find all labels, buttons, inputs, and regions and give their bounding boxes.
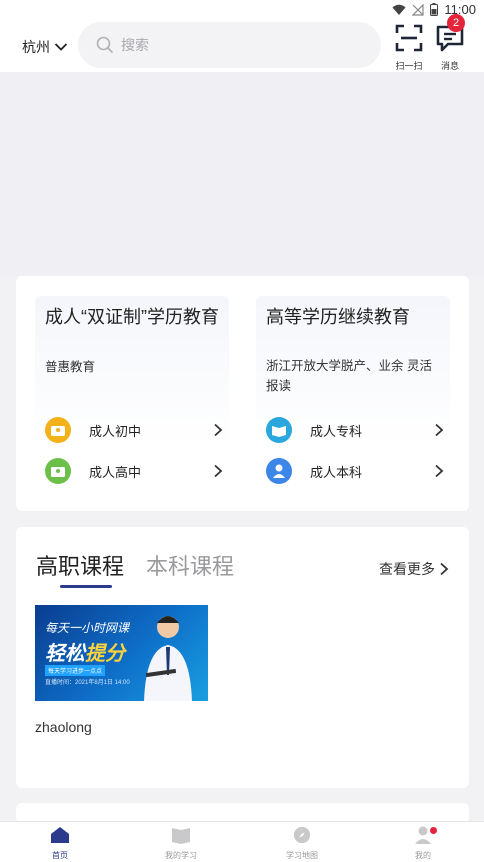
tab-learning-map-label: 学习地图 <box>286 851 318 860</box>
tab-bachelor-courses[interactable]: 本科课程 <box>146 549 234 581</box>
adult-junior-icon <box>45 417 71 443</box>
adult-bachelor-item[interactable]: 成人本科 <box>266 457 444 485</box>
course-thumbnail[interactable]: 每天一小时网课 轻松提分 每天学习进步一点点 直播时间：2021年8月1日 14… <box>35 605 208 701</box>
thumb-line2: 轻松提分 <box>45 643 125 665</box>
higher-education-section: 高等学历继续教育 浙江开放大学脱产、业余 灵活报读 成人专科 成人本科 <box>256 296 450 496</box>
chevron-down-icon <box>54 43 68 51</box>
section-subtitle: 浙江开放大学脱产、业余 灵活报读 <box>266 359 432 393</box>
notification-dot <box>430 827 437 834</box>
scan-button[interactable]: 扫一扫 <box>389 20 429 72</box>
section-title: 成人“双证制”学历教育 <box>45 307 219 327</box>
home-icon <box>51 827 69 843</box>
adult-college-item[interactable]: 成人专科 <box>266 416 444 444</box>
graduate-icon <box>266 458 292 484</box>
tab-profile[interactable]: 我的 <box>393 826 453 861</box>
search-input[interactable]: 搜索 <box>78 22 381 68</box>
banner-area <box>0 72 484 276</box>
city-selector[interactable]: 杭州 <box>22 37 68 57</box>
no-signal-icon <box>412 3 425 16</box>
active-tab-indicator <box>60 585 112 588</box>
message-button[interactable]: 2 消息 <box>430 14 470 72</box>
book-icon <box>266 417 292 443</box>
scan-icon <box>395 24 423 52</box>
view-more-link[interactable]: 查看更多 <box>379 559 449 579</box>
adult-junior-item[interactable]: 成人初中 <box>45 416 223 444</box>
chevron-right-icon <box>214 464 223 478</box>
bottom-tab-bar: 首页 我的学习 学习地图 我的 <box>0 821 484 862</box>
item-label: 成人专科 <box>310 423 363 439</box>
search-placeholder: 搜索 <box>121 37 149 53</box>
tab-vocational-courses[interactable]: 高职课程 <box>36 549 124 581</box>
course-card: 高职课程 本科课程 查看更多 每天一小时网课 轻松提分 每天学习进步一点点 直播… <box>16 527 469 788</box>
adult-double-cert-section: 成人“双证制”学历教育 普惠教育 成人初中 成人高中 <box>35 296 229 496</box>
tab-profile-label: 我的 <box>415 851 431 860</box>
section-title: 高等学历继续教育 <box>266 307 410 327</box>
thumb-tag: 每天学习进步一点点 <box>45 665 106 676</box>
book-open-icon <box>172 828 190 844</box>
chevron-right-icon <box>435 423 444 437</box>
tab-my-learning-label: 我的学习 <box>165 851 197 860</box>
tab-learning-map[interactable]: 学习地图 <box>272 826 332 861</box>
city-label: 杭州 <box>22 39 50 55</box>
adult-senior-item[interactable]: 成人高中 <box>45 457 223 485</box>
adult-senior-icon <box>45 458 71 484</box>
item-label: 成人初中 <box>89 423 142 439</box>
teacher-illustration <box>144 616 192 701</box>
message-badge: 2 <box>447 14 465 32</box>
education-card: 成人“双证制”学历教育 普惠教育 成人初中 成人高中 高等学历继续教育 浙江开放… <box>16 276 469 511</box>
battery-icon <box>430 3 439 16</box>
next-section-card <box>16 803 469 823</box>
search-icon <box>96 36 114 54</box>
top-bar: 杭州 搜索 扫一扫 2 消息 <box>0 14 484 72</box>
chevron-right-icon <box>440 562 449 576</box>
wifi-icon <box>392 4 406 15</box>
view-more-label: 查看更多 <box>379 561 435 577</box>
tab-home-label: 首页 <box>52 851 68 860</box>
compass-icon <box>293 826 311 844</box>
message-label: 消息 <box>440 61 459 71</box>
status-bar: 11:00 <box>0 0 484 20</box>
scan-label: 扫一扫 <box>395 61 423 71</box>
chevron-right-icon <box>214 423 223 437</box>
chevron-right-icon <box>435 464 444 478</box>
thumb-date: 直播时间：2021年8月1日 14:00 <box>45 680 130 686</box>
tab-home[interactable]: 首页 <box>30 826 90 861</box>
section-subtitle: 普惠教育 <box>45 360 96 374</box>
item-label: 成人高中 <box>89 464 142 480</box>
thumb-line1: 每天一小时网课 <box>45 621 130 635</box>
course-name[interactable]: zhaolong <box>35 719 92 735</box>
tab-my-learning[interactable]: 我的学习 <box>151 826 211 861</box>
item-label: 成人本科 <box>310 464 363 480</box>
